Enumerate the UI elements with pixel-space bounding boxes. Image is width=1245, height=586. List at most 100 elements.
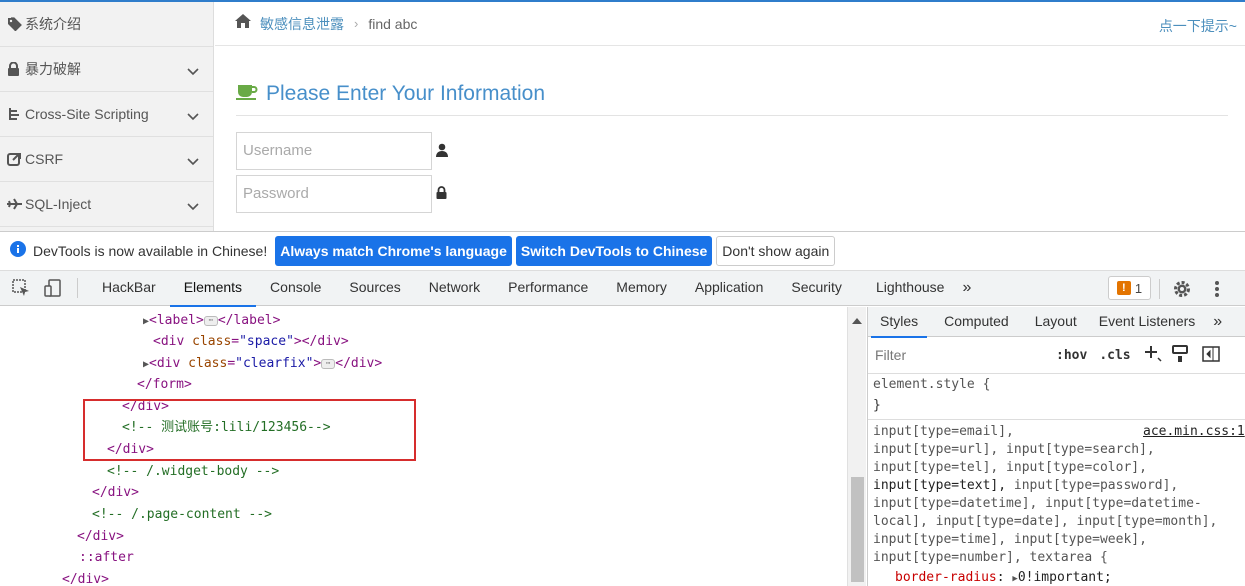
tab-divider: [1159, 279, 1160, 299]
dom-line-div-close[interactable]: </div>: [92, 482, 139, 504]
tab-layout[interactable]: Layout: [1026, 307, 1086, 337]
tab-security[interactable]: Security: [777, 271, 856, 306]
element-style-close: }: [873, 398, 881, 413]
chevron-down-icon: [187, 108, 199, 124]
hint-link[interactable]: 点一下提示~: [1159, 16, 1237, 36]
tab-elements[interactable]: Elements: [169, 271, 257, 307]
breadcrumb: 敏感信息泄露 › find abc 点一下提示~: [215, 2, 1245, 46]
scrollbar-thumb[interactable]: [851, 477, 864, 582]
sidebar-item-label: Cross-Site Scripting: [25, 106, 149, 122]
dom-comment-page-content[interactable]: <!-- /.page-content -->: [92, 504, 272, 526]
css-selector-line: input[type=tel], input[type=color],: [873, 460, 1147, 475]
dom-pseudo-after[interactable]: ::after: [79, 547, 134, 569]
sidebar-item-label: SQL-Inject: [25, 196, 92, 212]
devtools-tabbar: HackBar Elements Console Sources Network…: [0, 271, 1245, 307]
dom-comment-widget-body[interactable]: <!-- /.widget-body -->: [107, 461, 279, 483]
css-property-name: border-radius: [895, 570, 997, 585]
css-selector-line: input[type=datetime], input[type=datetim…: [873, 496, 1202, 511]
paint-brush-icon[interactable]: [1171, 344, 1188, 366]
tab-performance[interactable]: Performance: [494, 271, 602, 306]
sidebar-item-label: 暴力破解: [25, 61, 81, 77]
dom-line-div-close[interactable]: </div>: [77, 526, 124, 548]
ellipsis-icon[interactable]: ⋯: [203, 315, 218, 326]
css-selector-line: local], input[type=date], input[type=mon…: [873, 514, 1218, 529]
css-selector-line-text: input[type=text], input[type=password],: [873, 478, 1179, 493]
sidebar-item-sql-inject[interactable]: SQL-Inject: [0, 182, 213, 227]
lock-icon: [7, 62, 25, 76]
issues-badge[interactable]: ! 1: [1108, 276, 1151, 300]
kebab-menu-icon[interactable]: [1214, 280, 1220, 301]
css-source-link[interactable]: ace.min.css:1: [1143, 424, 1245, 439]
dom-line-clearfix-div[interactable]: ▶<div class="clearfix"> ⋯ </div>: [143, 353, 382, 376]
home-icon[interactable]: [234, 13, 252, 34]
sidebar-item-brute-force[interactable]: 暴力破解: [0, 47, 213, 92]
tab-styles[interactable]: Styles: [871, 307, 928, 338]
class-toggle[interactable]: .cls: [1099, 348, 1130, 363]
styles-tabbar: Styles Computed Layout Event Listeners »: [868, 307, 1245, 338]
plane-icon: [7, 198, 25, 210]
sidebar-item-intro[interactable]: 系统介绍: [0, 2, 213, 47]
dom-line-label[interactable]: ▶<label> ⋯ </label>: [143, 310, 280, 333]
elements-scrollbar[interactable]: [847, 307, 866, 586]
chevron-down-icon: [187, 63, 199, 79]
warning-icon: !: [1116, 281, 1131, 295]
tab-hackbar[interactable]: HackBar: [88, 271, 170, 306]
css-selector-line: input[type=url], input[type=search],: [873, 442, 1155, 457]
tab-memory[interactable]: Memory: [602, 271, 681, 306]
css-property-line[interactable]: border-radius: ▶0!important;: [895, 569, 1112, 586]
always-match-language-button[interactable]: Always match Chrome's language: [275, 236, 512, 266]
info-icon: [10, 240, 26, 262]
device-toolbar-icon[interactable]: [43, 278, 63, 298]
switch-to-chinese-button[interactable]: Switch DevTools to Chinese: [515, 236, 713, 266]
styles-pane: Styles Computed Layout Event Listeners »…: [867, 307, 1245, 586]
inspect-element-icon[interactable]: [11, 278, 31, 298]
sidebar-item-xss[interactable]: Cross-Site Scripting: [0, 92, 213, 137]
css-selector-line: input[type=number], textarea {: [873, 550, 1108, 565]
css-property-value[interactable]: 0!important;: [1018, 570, 1112, 585]
tab-network[interactable]: Network: [415, 271, 494, 306]
share-icon: [7, 152, 25, 166]
dom-line-form-close[interactable]: </form>: [137, 374, 192, 396]
tag-icon: [7, 17, 25, 31]
dom-line-div-close[interactable]: </div>: [62, 569, 109, 586]
chevron-down-icon: [187, 153, 199, 169]
tab-sources[interactable]: Sources: [335, 271, 414, 306]
tab-console[interactable]: Console: [256, 271, 335, 306]
tab-lighthouse[interactable]: Lighthouse: [862, 271, 959, 306]
chevron-right-icon: ›: [354, 16, 359, 31]
settings-gear-icon[interactable]: [1172, 279, 1192, 302]
coffee-icon: [236, 82, 258, 105]
sidebar-item-label: CSRF: [25, 151, 64, 167]
css-selector-line: input[type=email],: [873, 424, 1014, 439]
tab-computed[interactable]: Computed: [935, 307, 1018, 337]
tab-application[interactable]: Application: [681, 271, 778, 306]
form-title-text: Please Enter Your Information: [266, 81, 546, 105]
sidebar: 系统介绍 暴力破解 Cross-Site Scripting CSRF SQL-…: [0, 2, 214, 231]
dom-line-space-div[interactable]: <div class="space"></div>: [153, 331, 349, 353]
tab-divider: [77, 278, 78, 298]
more-tabs-icon[interactable]: »: [958, 271, 975, 306]
element-style-rule[interactable]: element.style {: [873, 376, 990, 394]
app-window: 系统介绍 暴力破解 Cross-Site Scripting CSRF SQL-…: [0, 0, 1245, 586]
toggle-sidebar-icon[interactable]: [1201, 345, 1220, 365]
sidebar-item-csrf[interactable]: CSRF: [0, 137, 213, 182]
tab-event-listeners[interactable]: Event Listeners: [1090, 307, 1205, 337]
scroll-up-icon[interactable]: [852, 311, 862, 329]
issues-count: 1: [1134, 280, 1143, 296]
styles-filter-input[interactable]: Filter: [872, 343, 1044, 367]
dont-show-again-button[interactable]: Don't show again: [716, 236, 836, 266]
rule-divider: [868, 419, 1245, 420]
notice-message: DevTools is now available in Chinese!: [33, 243, 268, 259]
sidebar-item-label: 系统介绍: [25, 16, 81, 32]
add-rule-icon[interactable]: [1144, 345, 1162, 366]
ellipsis-icon[interactable]: ⋯: [321, 358, 336, 369]
username-input[interactable]: Username: [236, 132, 432, 170]
hover-state-toggle[interactable]: :hov: [1056, 348, 1087, 363]
more-tabs-icon[interactable]: »: [1204, 307, 1231, 337]
password-input[interactable]: Password: [236, 175, 432, 213]
styles-filter-row: Filter :hov .cls: [868, 337, 1245, 374]
breadcrumb-section-link[interactable]: 敏感信息泄露: [260, 14, 344, 34]
login-form: Please Enter Your Information Username P…: [236, 80, 1228, 213]
devtools-language-notice: DevTools is now available in Chinese! Al…: [0, 231, 1245, 271]
sitemap-icon: [7, 107, 25, 121]
